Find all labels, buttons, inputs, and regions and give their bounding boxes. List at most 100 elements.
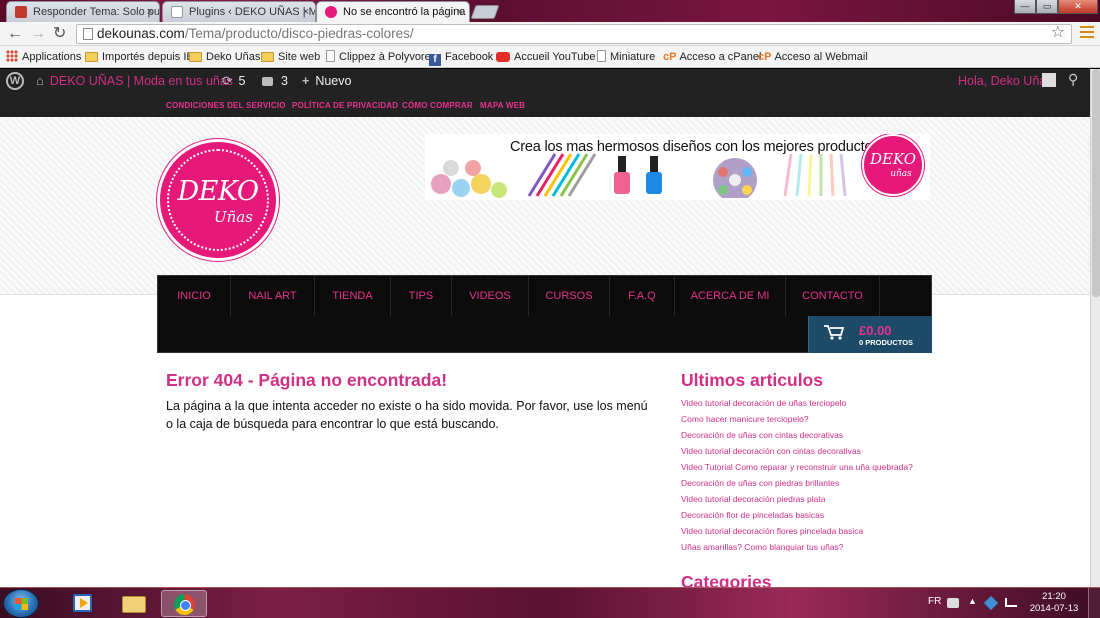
bookmark-polyvore[interactable]: Clippez à Polyvore: [326, 50, 431, 64]
recent-article-link[interactable]: Decoración de uñas con piedras brillante…: [681, 477, 913, 493]
error-message: La página a la que intenta acceder no ex…: [166, 399, 648, 431]
url-path: /Tema/producto/disco-piedras-colores/: [184, 26, 414, 41]
nav-tips[interactable]: TIPS: [391, 276, 452, 316]
network-signal-icon[interactable]: [1005, 598, 1017, 607]
system-clock[interactable]: 21:20 2014-07-13: [1026, 591, 1082, 615]
nav-tienda[interactable]: TIENDA: [315, 276, 391, 316]
explorer-taskbar-button[interactable]: [111, 590, 157, 617]
link-condiciones[interactable]: CONDICIONES DEL SERVICIO: [166, 101, 286, 110]
nav-videos[interactable]: VIDEOS: [452, 276, 529, 316]
new-tab-button[interactable]: [470, 5, 500, 19]
wp-admin-bar: W ⌂ DEKO UÑAS | Moda en tus uñas ⟳ 5 3 + Nu…: [0, 69, 1090, 93]
cpanel-icon: cP: [663, 51, 677, 63]
bookmark-youtube[interactable]: Accueil YouTube: [496, 50, 596, 64]
tab-responder-tema[interactable]: Responder Tema: Solo pu ×: [6, 1, 160, 22]
link-privacidad[interactable]: POLÍTICA DE PRIVACIDAD: [292, 101, 398, 110]
bookmark-star-icon[interactable]: ☆: [1051, 24, 1065, 42]
nav-inicio[interactable]: INICIO: [158, 276, 231, 316]
media-player-taskbar-button[interactable]: [60, 590, 106, 617]
close-window-button[interactable]: ✕: [1058, 0, 1098, 14]
bookmark-deko-unas[interactable]: Deko Uñas: [189, 50, 260, 64]
recent-article-link[interactable]: Decoración flor de pinceladas basicas: [681, 509, 913, 525]
bookmark-importes-ie[interactable]: Importés depuis IE: [85, 50, 194, 64]
avatar[interactable]: [1042, 73, 1056, 87]
apps-grid-icon: [6, 50, 18, 62]
start-button[interactable]: [3, 589, 39, 618]
site-top-bar: CONDICIONES DEL SERVICIO POLÍTICA DE PRI…: [0, 93, 1090, 117]
wordpress-logo-icon[interactable]: W: [6, 72, 24, 90]
link-como-comprar[interactable]: CÓMO COMPRAR: [402, 101, 473, 110]
tab-close-icon[interactable]: ×: [303, 2, 309, 22]
brushes-image: [783, 153, 847, 197]
dropbox-icon[interactable]: [983, 595, 999, 611]
tab-plugins[interactable]: Plugins ‹ DEKO UÑAS | Mo ×: [162, 1, 316, 22]
bookmark-cpanel[interactable]: cP Acceso a cPanel: [663, 50, 761, 64]
admin-account[interactable]: Hola, Deko Uñas: [958, 74, 1053, 88]
cart-widget[interactable]: £0.00 0 PRODUCTOS: [808, 316, 932, 353]
chrome-taskbar-button[interactable]: [161, 590, 207, 617]
minimize-button[interactable]: —: [1014, 0, 1036, 14]
admin-updates[interactable]: ⟳ 5: [222, 74, 245, 88]
recent-article-link[interactable]: Como hacer manicure terciopelo?: [681, 413, 913, 429]
recent-article-link[interactable]: Video Tutorial Como reparar y reconstrui…: [681, 461, 913, 477]
nav-cursos[interactable]: CURSOS: [529, 276, 610, 316]
nav-nail-art[interactable]: NAIL ART: [231, 276, 315, 316]
recent-article-link[interactable]: Uñas amarillas? Como blanquiar tus uñas?: [681, 541, 913, 557]
address-bar[interactable]: dekounas.com/Tema/producto/disco-piedras…: [76, 24, 1072, 44]
page-scrollbar[interactable]: [1090, 69, 1100, 587]
main-navigation: INICIO NAIL ART TIENDA TIPS VIDEOS CURSO…: [157, 275, 932, 353]
badge-subtext: uñas: [890, 169, 912, 179]
bookmark-facebook[interactable]: f Facebook: [429, 50, 493, 66]
facebook-icon: f: [429, 54, 441, 66]
forward-arrow-icon[interactable]: →: [30, 25, 46, 43]
bookmark-label: Deko Uñas: [206, 51, 261, 63]
folder-icon: [85, 52, 98, 62]
recent-article-link[interactable]: Video tutorial decoración con cintas dec…: [681, 445, 913, 461]
clock-date: 2014-07-13: [1029, 603, 1079, 614]
recent-article-link[interactable]: Video tutorial decoración de uñas tercio…: [681, 397, 913, 413]
bookmark-webmail[interactable]: cP Acceso al Webmail: [758, 50, 868, 64]
cart-count: 0 PRODUCTOS: [859, 338, 914, 347]
show-hidden-icons-icon[interactable]: ▲: [968, 596, 980, 606]
scrollbar-thumb[interactable]: [1092, 69, 1100, 297]
tab-title: Responder Tema: Solo pu: [33, 6, 160, 18]
tab-no-se-encontro[interactable]: No se encontró la página ×: [316, 1, 470, 22]
clock-time: 21:20: [1042, 591, 1066, 602]
bookmark-site-web[interactable]: Site web: [261, 50, 320, 64]
admin-site-name: DEKO UÑAS | Moda en tus uñas: [49, 74, 234, 88]
tab-close-icon[interactable]: ×: [147, 2, 153, 22]
nav-acerca-de-mi[interactable]: ACERCA DE MI: [675, 276, 786, 316]
header-banner[interactable]: Crea los mas hermosos diseños con los me…: [425, 134, 930, 200]
updates-count: 5: [238, 74, 246, 88]
home-icon: ⌂: [36, 73, 44, 88]
recent-article-link[interactable]: Video tutorial decoración piedras plata: [681, 493, 913, 509]
input-language[interactable]: FR: [928, 596, 941, 607]
new-label: Nuevo: [315, 74, 352, 88]
recent-article-link[interactable]: Video tutorial decoración flores pincela…: [681, 525, 913, 541]
chrome-menu-icon[interactable]: [1080, 26, 1094, 40]
recent-articles-list: Video tutorial decoración de uñas tercio…: [681, 397, 913, 557]
recent-article-link[interactable]: Decoración de uñas con cintas decorativa…: [681, 429, 913, 445]
sidebar-title: Ultimos articulos: [681, 370, 823, 390]
site-logo[interactable]: DEKO Uñas: [157, 139, 279, 261]
tab-title: No se encontró la página: [343, 6, 466, 18]
admin-new[interactable]: + Nuevo: [302, 74, 351, 88]
bookmark-miniature[interactable]: Miniature: [597, 50, 655, 64]
nav-faq[interactable]: F.A.Q: [610, 276, 675, 316]
tab-close-icon[interactable]: ×: [457, 2, 463, 22]
search-icon[interactable]: ⚲: [1068, 72, 1078, 86]
deko-favicon-icon: [325, 6, 337, 18]
bookmark-applications[interactable]: Applications: [6, 50, 81, 64]
nav-contacto[interactable]: CONTACTO: [786, 276, 880, 316]
bookmark-label: Accueil YouTube: [514, 51, 596, 63]
maximize-button[interactable]: ▭: [1036, 0, 1058, 14]
show-desktop-button[interactable]: [1088, 588, 1100, 618]
keyboard-icon[interactable]: [947, 598, 959, 608]
back-arrow-icon[interactable]: ←: [7, 25, 23, 43]
admin-comments[interactable]: 3: [262, 74, 288, 88]
forum-favicon-icon: [15, 6, 27, 18]
admin-site-link[interactable]: ⌂ DEKO UÑAS | Moda en tus uñas: [36, 73, 234, 89]
link-mapa-web[interactable]: MAPA WEB: [480, 101, 525, 110]
logo-text: DEKO: [177, 176, 259, 207]
reload-icon[interactable]: ↻: [53, 25, 66, 43]
